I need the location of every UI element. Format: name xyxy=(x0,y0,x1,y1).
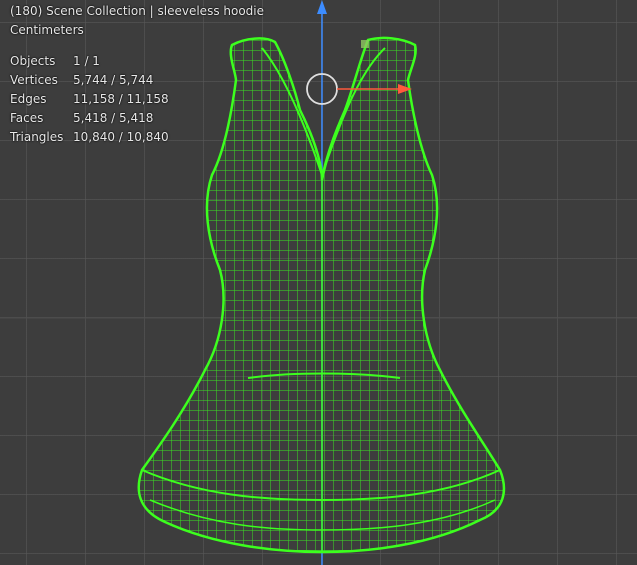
object-origin-icon[interactable] xyxy=(361,40,369,48)
z-axis-arrow-icon[interactable] xyxy=(317,0,327,14)
3d-viewport[interactable]: (180) Scene Collection | sleeveless hood… xyxy=(0,0,637,565)
viewport-canvas[interactable] xyxy=(0,0,637,565)
sleeveless-hoodie-wireframe[interactable] xyxy=(120,30,520,560)
